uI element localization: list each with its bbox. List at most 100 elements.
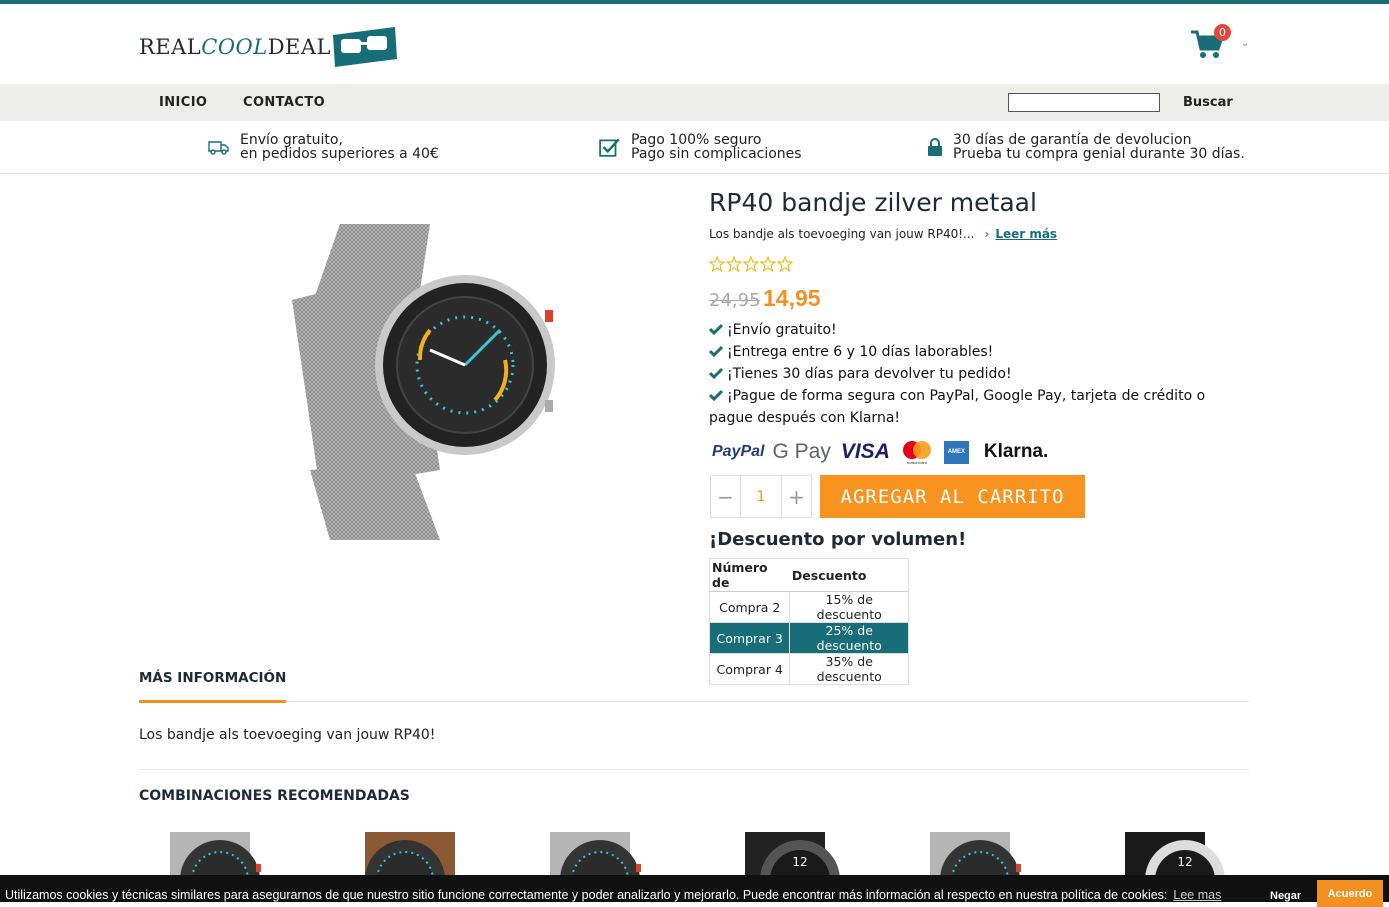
table-cell: Compra 2 <box>708 591 791 623</box>
lock-icon <box>928 138 942 156</box>
tab-more-info[interactable]: MÁS INFORMACIÓN <box>139 670 287 703</box>
svg-text:mastercard: mastercard <box>907 460 927 465</box>
accept-cookies-button[interactable]: Acuerdo <box>1317 880 1383 907</box>
payment-logos: PayPal G Pay VISA mastercard AMEX Klarna… <box>712 437 1048 467</box>
chevron-down-icon[interactable]: ⌄ <box>1241 38 1249 49</box>
watch-thumbnail <box>930 832 1021 880</box>
list-item: ¡Entrega entre 6 y 10 días laborables! <box>709 341 1249 363</box>
table-cell: 25% de descuento <box>789 622 909 654</box>
list-item: ¡Envío gratuito! <box>709 319 1249 341</box>
svg-text:12: 12 <box>792 855 807 869</box>
logo[interactable]: REALCOOLDEAL <box>139 24 399 70</box>
product-description: Los bandje als toevoeging van jouw RP40! <box>139 727 436 743</box>
search-button[interactable]: Buscar <box>1183 95 1233 110</box>
product-summary: Los bandje als toevoeging van jouw RP40!… <box>709 227 1057 241</box>
check-icon <box>709 345 723 357</box>
search-input[interactable] <box>1008 93 1160 112</box>
cookie-policy-link[interactable]: Lee mas <box>1173 888 1221 902</box>
table-row: Compra 2 15% de descuento <box>708 591 909 623</box>
product-image[interactable] <box>280 210 560 550</box>
quantity-stepper: − + <box>710 475 812 518</box>
list-item: ¡Pague de forma segura con PayPal, Googl… <box>709 388 1206 426</box>
recommended-product-silver-mesh[interactable] <box>920 830 1040 880</box>
visa-logo: VISA <box>840 440 890 463</box>
recommended-product-black-mesh[interactable]: 12 <box>735 830 855 880</box>
usp-line2: Prueba tu compra genial durante 30 días. <box>953 146 1245 162</box>
recommended-product-brown-leather[interactable] <box>345 830 465 880</box>
star-icon <box>743 256 759 272</box>
read-more-link[interactable]: Leer más <box>995 227 1057 241</box>
truck-icon <box>208 141 229 155</box>
recommended-product-silver-mesh[interactable] <box>160 830 280 880</box>
sunglasses-logo-icon <box>333 27 397 67</box>
old-price: 24,95 <box>709 290 761 311</box>
column-header: Descuento <box>789 558 909 592</box>
increase-quantity-button[interactable]: + <box>782 476 811 517</box>
checkbox-icon <box>599 138 620 157</box>
star-icon <box>760 256 776 272</box>
volume-discount-title: ¡Descuento por volumen! <box>709 529 967 550</box>
mastercard-logo: mastercard <box>902 441 931 465</box>
watch-thumbnail: 12 <box>1125 832 1225 880</box>
table-header-row: Número de Descuento <box>708 558 909 592</box>
logo-text: REALCOOLDEAL <box>139 35 331 59</box>
klarna-logo: Klarna. <box>983 441 1049 462</box>
rating-stars[interactable] <box>709 256 793 272</box>
star-icon <box>726 256 742 272</box>
cookie-text: Utilizamos cookies y técnicas similares … <box>5 888 1222 902</box>
tabs-divider <box>139 701 1249 702</box>
table-cell: 15% de descuento <box>789 591 909 623</box>
summary-text: Los bandje als toevoeging van jouw RP40!… <box>709 227 975 241</box>
nav-item-contacto[interactable]: CONTACTO <box>243 95 325 110</box>
smartwatch-image <box>292 224 555 540</box>
deny-cookies-button[interactable]: Negar <box>1270 890 1301 902</box>
paypal-logo: PayPal <box>712 443 765 460</box>
amex-logo: AMEX <box>943 440 969 464</box>
usp-item-guarantee: 30 días de garantía de devolucion Prueba … <box>927 133 1245 161</box>
cart-button[interactable]: 0 ⌄ <box>1190 24 1250 64</box>
watch-thumbnail <box>170 832 261 880</box>
benefits-list: ¡Envío gratuito! ¡Entrega entre 6 y 10 d… <box>709 319 1249 429</box>
table-row: Comprar 3 25% de descuento <box>708 622 909 654</box>
quantity-input[interactable] <box>740 476 782 517</box>
table-row: Comprar 4 35% de descuento <box>708 653 909 685</box>
watch-thumbnail <box>550 832 641 880</box>
decrease-quantity-button[interactable]: − <box>711 476 740 517</box>
check-icon <box>709 389 723 401</box>
svg-text:12: 12 <box>1177 855 1192 869</box>
add-to-cart-button[interactable]: AGREGAR AL CARRITO <box>820 475 1085 518</box>
usp-line2: en pedidos superiores a 40€ <box>240 146 439 162</box>
usp-line2: Pago sin complicaciones <box>631 146 802 162</box>
header: REALCOOLDEAL 0 ⌄ <box>0 4 1389 84</box>
usp-item-payment: Pago 100% seguro Pago sin complicaciones <box>599 133 802 161</box>
watch-thumbnail: 12 <box>745 832 840 880</box>
usp-line1: Envío gratuito, <box>240 132 343 148</box>
table-cell: Comprar 4 <box>708 653 791 685</box>
recommended-product-silver-mesh[interactable] <box>540 830 660 880</box>
usp-item-shipping: Envío gratuito, en pedidos superiores a 4… <box>208 133 439 161</box>
volume-discount-table: Número de Descuento Compra 2 15% de desc… <box>708 558 909 685</box>
recommended-product-black-leather[interactable]: 12 <box>1115 830 1235 880</box>
cookie-banner: Utilizamos cookies y técnicas similares … <box>0 875 1389 907</box>
check-icon <box>709 367 723 379</box>
usp-line1: Pago 100% seguro <box>631 132 762 148</box>
column-header: Número de <box>708 558 790 592</box>
table-cell: 35% de descuento <box>789 653 909 685</box>
cart-count-badge: 0 <box>1214 24 1231 41</box>
star-icon <box>777 256 793 272</box>
table-cell: Comprar 3 <box>708 622 791 654</box>
nav-item-inicio[interactable]: INICIO <box>159 95 207 110</box>
usp-bar: Envío gratuito, en pedidos superiores a 4… <box>0 121 1389 174</box>
divider <box>139 769 1249 770</box>
star-icon <box>709 256 725 272</box>
list-item: ¡Tienes 30 días para devolver tu pedido! <box>709 363 1249 385</box>
product-title: RP40 bandje zilver metaal <box>709 188 1037 217</box>
watch-thumbnail <box>365 832 455 880</box>
main-nav: INICIO CONTACTO Buscar <box>0 84 1389 121</box>
current-price: 14,95 <box>763 285 821 311</box>
chevron-right-icon: › <box>984 227 990 241</box>
recommended-title: COMBINACIONES RECOMENDADAS <box>139 788 410 804</box>
check-icon <box>709 323 723 335</box>
google-pay-logo: G Pay <box>772 440 831 463</box>
usp-line1: 30 días de garantía de devolucion <box>953 132 1192 148</box>
